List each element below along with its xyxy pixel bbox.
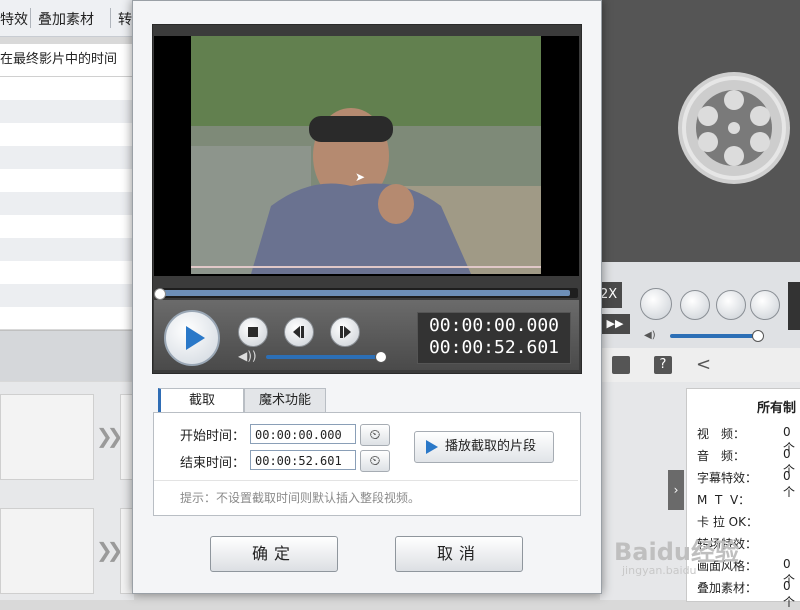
- current-time: 00:00:00.000: [428, 315, 560, 336]
- tab-clip[interactable]: 截取: [158, 388, 244, 413]
- summary-label: 叠加素材：: [697, 581, 758, 595]
- play-icon: [426, 440, 438, 454]
- share-icon[interactable]: <: [696, 354, 711, 375]
- save-icon[interactable]: [612, 356, 630, 374]
- time-display: [788, 282, 800, 330]
- watermark-logo: Baidu经验: [614, 538, 739, 566]
- film-reel-icon: [678, 72, 790, 184]
- fast-forward-icon[interactable]: ▶▶: [600, 314, 630, 334]
- tab-divider: [30, 8, 31, 28]
- previous-frame-icon[interactable]: [716, 290, 746, 320]
- clip-thumbnail[interactable]: [0, 508, 94, 594]
- clock-icon: ⏲: [369, 453, 381, 469]
- storyboard-area: ❯❯ ❯❯: [0, 382, 136, 600]
- help-icon[interactable]: ?: [654, 356, 672, 374]
- project-summary-panel: 所有制 视 频： 0个 音 频： 0个 字幕特效： 0个 M T V： 卡 拉 …: [686, 388, 800, 609]
- clock-icon: ⏲: [369, 427, 381, 443]
- previous-frame-icon: [293, 326, 304, 338]
- volume-knob[interactable]: [375, 351, 387, 363]
- next-frame-button[interactable]: [330, 317, 360, 347]
- play-icon[interactable]: [640, 288, 672, 320]
- tab-overlay-material[interactable]: 叠加素材: [38, 9, 94, 29]
- watermark-url: jingyan.baidu: [622, 564, 697, 577]
- video-frame: [191, 36, 541, 274]
- tab-magic-function[interactable]: 魔术功能: [244, 388, 326, 413]
- volume-slider[interactable]: [266, 355, 386, 359]
- volume-slider[interactable]: [670, 334, 756, 338]
- volume-knob[interactable]: [752, 330, 764, 342]
- play-segment-label: 播放截取的片段: [445, 439, 537, 454]
- previous-frame-button[interactable]: [284, 317, 314, 347]
- summary-label: 音 频：: [697, 449, 746, 463]
- start-time-input[interactable]: 00:00:00.000: [250, 424, 356, 444]
- preview-toolbar: ? <: [600, 348, 800, 382]
- start-time-label: 开始时间：: [180, 429, 246, 444]
- play-icon: [186, 326, 205, 350]
- end-time-label: 结束时间：: [180, 456, 246, 471]
- summary-label: 卡 拉 OK：: [697, 515, 758, 529]
- progress-knob[interactable]: [154, 288, 166, 300]
- cancel-button[interactable]: 取消: [395, 536, 523, 572]
- end-time-input[interactable]: 00:00:52.601: [250, 450, 356, 470]
- summary-title: 所有制: [757, 401, 797, 416]
- list-item[interactable]: [0, 100, 134, 123]
- summary-value: 0个: [783, 579, 796, 609]
- ok-button[interactable]: 确定: [210, 536, 338, 572]
- summary-label: 视 频：: [697, 427, 746, 441]
- material-list: [0, 77, 134, 329]
- list-item[interactable]: [0, 146, 134, 169]
- toolbar-strip: [0, 330, 134, 381]
- hint-text: 提示：不设置截取时间则默认插入整段视频。: [180, 491, 421, 505]
- summary-label: 字幕特效：: [697, 471, 758, 485]
- stop-icon[interactable]: [680, 290, 710, 320]
- column-header: 在最终影片中的时间: [0, 44, 134, 77]
- clip-thumbnail[interactable]: [0, 394, 94, 480]
- summary-label: M T V：: [697, 493, 751, 507]
- time-display: 00:00:00.000 00:00:52.601: [417, 312, 571, 364]
- preview-controls: 2X ▶▶ ◀): [600, 262, 800, 348]
- list-item[interactable]: [0, 238, 134, 261]
- progress-fill: [158, 290, 570, 296]
- set-end-time-button[interactable]: ⏲: [360, 450, 390, 472]
- set-start-time-button[interactable]: ⏲: [360, 424, 390, 446]
- divider: [154, 480, 578, 481]
- summary-value: 0个: [783, 469, 796, 499]
- tab-transition[interactable]: 转: [118, 9, 132, 29]
- list-item[interactable]: [0, 284, 134, 307]
- tab-effects[interactable]: 特效: [0, 9, 28, 29]
- list-item[interactable]: [0, 192, 134, 215]
- play-button[interactable]: [164, 310, 220, 366]
- volume-icon[interactable]: ◀)): [238, 349, 257, 363]
- play-clipped-segment-button[interactable]: 播放截取的片段: [414, 431, 554, 463]
- tab-divider: [110, 8, 111, 28]
- mouse-cursor-icon: ➤: [355, 170, 366, 184]
- speed-button[interactable]: 2X: [600, 282, 622, 308]
- arrow-icon: ❯❯: [96, 424, 123, 448]
- next-frame-icon[interactable]: [750, 290, 780, 320]
- total-time: 00:00:52.601: [428, 337, 560, 358]
- collapse-arrow-icon[interactable]: ›: [668, 470, 684, 510]
- next-frame-icon: [340, 326, 351, 338]
- background-tab-bar: 特效 叠加素材 转: [0, 0, 140, 37]
- stop-button[interactable]: [238, 317, 268, 347]
- stop-icon: [248, 327, 258, 337]
- progress-bar[interactable]: [156, 288, 578, 298]
- arrow-icon: ❯❯: [96, 538, 123, 562]
- volume-icon[interactable]: ◀): [644, 330, 656, 342]
